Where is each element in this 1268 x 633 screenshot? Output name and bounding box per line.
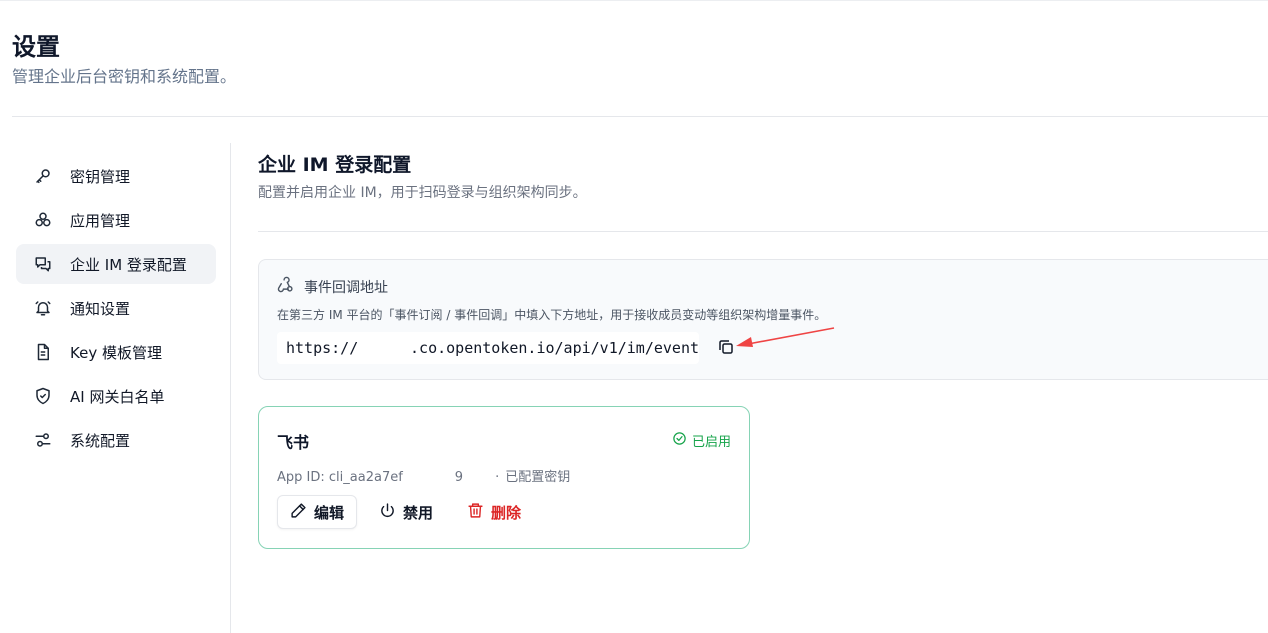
sidebar-item-label: 通知设置 <box>70 299 131 318</box>
section-description: 配置并启用企业 IM，用于扫码登录与组织架构同步。 <box>258 185 587 201</box>
card-actions: 编辑 禁用 删除 <box>277 495 521 529</box>
disable-button[interactable]: 禁用 <box>379 495 433 529</box>
provider-meta: App ID: cli_aa2a7ef 9 · 已配置密钥 <box>277 466 570 485</box>
sidebar-item-key-templates[interactable]: Key 模板管理 <box>16 332 216 372</box>
chat-icon <box>34 255 52 273</box>
sliders-icon <box>34 431 52 449</box>
sidebar-item-label: 系统配置 <box>70 431 131 450</box>
callback-url-prefix: https:// <box>286 339 359 357</box>
annotation-arrow <box>736 327 835 347</box>
trash-icon <box>467 502 491 523</box>
callback-url-panel: 事件回调地址 在第三方 IM 平台的「事件订阅 / 事件回调」中填入下方地址，用… <box>258 259 1268 380</box>
pencil-icon <box>290 502 314 523</box>
page-header: 设置 管理企业后台密钥和系统配置。 <box>12 30 236 88</box>
sidebar-item-label: 应用管理 <box>70 211 131 230</box>
page-title: 设置 <box>12 33 60 61</box>
webhook-icon <box>277 276 304 297</box>
callback-title: 事件回调地址 <box>304 279 388 296</box>
apps-icon <box>34 211 52 229</box>
top-border <box>0 0 1268 1</box>
delete-label: 删除 <box>491 503 522 522</box>
sidebar-item-notifications[interactable]: 通知设置 <box>16 288 216 328</box>
disable-label: 禁用 <box>403 503 434 522</box>
status-label: 已启用 <box>691 435 731 450</box>
edit-button[interactable]: 编辑 <box>277 495 358 529</box>
sidebar-item-system-config[interactable]: 系统配置 <box>16 420 216 460</box>
main-content: 企业 IM 登录配置 配置并启用企业 IM，用于扫码登录与组织架构同步。 事件回… <box>258 150 1268 380</box>
shield-icon <box>34 387 52 405</box>
sidebar-item-ai-whitelist[interactable]: AI 网关白名单 <box>16 376 216 416</box>
app-id-label: App ID: <box>277 470 325 485</box>
document-icon <box>34 343 52 361</box>
status-badge: 已启用 <box>672 431 731 450</box>
header-divider <box>12 116 1268 117</box>
sidebar-divider <box>230 143 231 633</box>
sidebar-item-label: AI 网关白名单 <box>70 387 165 406</box>
sidebar-item-keys[interactable]: 密钥管理 <box>16 156 216 196</box>
section-divider <box>258 231 1268 232</box>
sidebar-item-label: Key 模板管理 <box>70 343 162 362</box>
key-icon <box>34 167 52 185</box>
page-subtitle: 管理企业后台密钥和系统配置。 <box>12 67 237 86</box>
check-circle-icon <box>672 431 692 450</box>
callback-url-suffix: .co.opentoken.io/api/v1/im/event <box>410 339 699 357</box>
feishu-provider-card: 飞书 已启用 App ID: cli_aa2a7ef 9 · 已配置密钥 编辑 禁用 … <box>258 406 750 549</box>
delete-button[interactable]: 删除 <box>467 495 521 529</box>
callback-heading: 事件回调地址 <box>277 276 388 297</box>
provider-name: 飞书 <box>277 433 310 452</box>
edit-label: 编辑 <box>314 503 345 522</box>
app-id-fragment: 9 <box>454 470 464 485</box>
callback-url-field[interactable]: https:// .co.opentoken.io/api/v1/im/event <box>277 332 699 364</box>
sidebar-item-im-login[interactable]: 企业 IM 登录配置 <box>16 244 216 284</box>
sidebar-item-apps[interactable]: 应用管理 <box>16 200 216 240</box>
app-id-value: cli_aa2a7ef <box>328 470 403 485</box>
section-title: 企业 IM 登录配置 <box>258 154 412 176</box>
copy-icon <box>717 338 735 360</box>
sidebar-item-label: 企业 IM 登录配置 <box>70 255 187 274</box>
settings-sidebar: 密钥管理 应用管理 企业 IM 登录配置 通知设置 Key 模板管理 AI 网关… <box>16 156 216 464</box>
sidebar-item-label: 密钥管理 <box>70 167 131 186</box>
bell-icon <box>34 299 52 317</box>
separator-dot: · <box>495 470 500 485</box>
secret-status: 已配置密钥 <box>505 470 571 485</box>
power-icon <box>379 502 403 523</box>
callback-description: 在第三方 IM 平台的「事件订阅 / 事件回调」中填入下方地址，用于接收成员变动… <box>277 308 827 322</box>
